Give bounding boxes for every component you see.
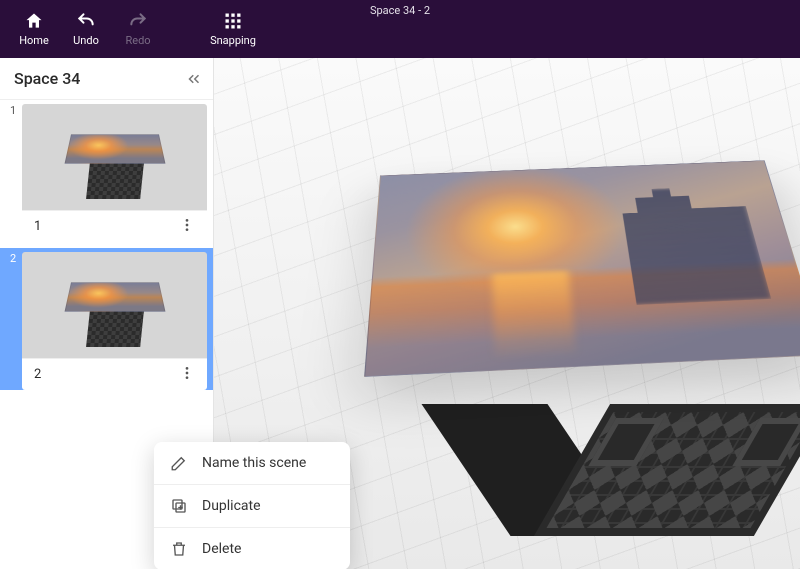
edit-icon xyxy=(170,454,188,472)
scene-label: 2 xyxy=(34,367,41,382)
painting-top-face xyxy=(364,160,800,377)
collapse-sidebar-button[interactable] xyxy=(185,70,203,88)
snapping-label: Snapping xyxy=(210,34,256,47)
qr-pattern-icon xyxy=(547,412,800,528)
merge-cube-object[interactable] xyxy=(374,98,794,538)
scene-menu-button[interactable] xyxy=(175,213,199,241)
cube-thumbnail-icon xyxy=(63,263,167,347)
undo-label: Undo xyxy=(73,34,99,47)
space-title: Space 34 xyxy=(14,69,80,88)
grid-icon xyxy=(223,11,243,31)
scene-footer: 2 xyxy=(22,358,207,390)
scene-card[interactable]: 2 2 xyxy=(0,248,213,390)
kebab-icon xyxy=(179,217,195,233)
delete-scene-item[interactable]: Delete xyxy=(154,527,350,569)
cube-front-face xyxy=(534,404,800,536)
scene-menu-button[interactable] xyxy=(175,361,199,389)
scene-card[interactable]: 1 1 xyxy=(0,100,213,242)
sidebar-header: Space 34 xyxy=(0,58,213,100)
top-toolbar: Space 34 - 2 Home Undo Redo Snapping xyxy=(0,0,800,58)
redo-icon xyxy=(128,11,148,31)
snapping-button[interactable]: Snapping xyxy=(196,0,270,58)
duplicate-label: Duplicate xyxy=(202,498,261,514)
undo-button[interactable]: Undo xyxy=(60,0,112,58)
home-label: Home xyxy=(19,34,49,47)
home-button[interactable]: Home xyxy=(8,0,60,58)
redo-button[interactable]: Redo xyxy=(112,0,164,58)
cube-thumbnail-icon xyxy=(63,115,167,199)
rename-scene-item[interactable]: Name this scene xyxy=(154,442,350,484)
duplicate-icon xyxy=(170,497,188,515)
undo-icon xyxy=(76,11,96,31)
scene-footer: 1 xyxy=(22,210,207,242)
scene-index: 1 xyxy=(10,104,16,117)
scene-context-menu: Name this scene Duplicate Delete xyxy=(154,442,350,569)
document-title: Space 34 - 2 xyxy=(370,4,430,17)
scene-label: 1 xyxy=(34,219,41,234)
home-icon xyxy=(24,11,44,31)
scene-index: 2 xyxy=(10,252,16,265)
chevrons-left-icon xyxy=(185,70,203,88)
main-area: Space 34 1 1 xyxy=(0,58,800,569)
redo-label: Redo xyxy=(125,34,150,47)
duplicate-scene-item[interactable]: Duplicate xyxy=(154,484,350,527)
rename-label: Name this scene xyxy=(202,455,306,471)
delete-label: Delete xyxy=(202,541,241,557)
scene-thumbnail[interactable] xyxy=(22,104,207,210)
kebab-icon xyxy=(179,365,195,381)
trash-icon xyxy=(170,540,188,558)
scene-thumbnail[interactable] xyxy=(22,252,207,358)
